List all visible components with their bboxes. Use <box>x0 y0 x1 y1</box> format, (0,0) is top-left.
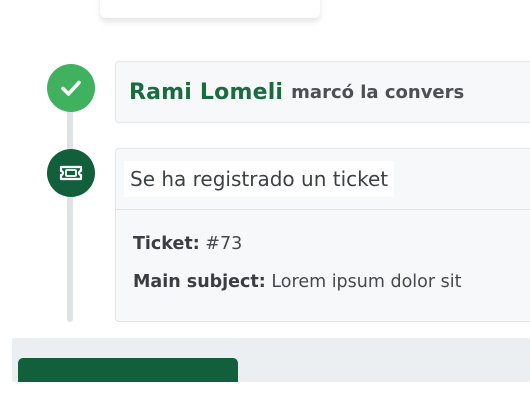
conversation-timeline-panel: Rami Lomeli marcó la convers Se ha regis… <box>0 0 530 404</box>
timeline-rail <box>67 100 73 322</box>
main-subject-row: Main subject: Lorem ipsum dolor sit <box>133 272 530 310</box>
ticket-number-row: Ticket: #73 <box>133 234 530 272</box>
previous-event-card <box>100 0 320 18</box>
event-card-ticket: Se ha registrado un ticket Ticket: #73 M… <box>115 148 530 322</box>
ticket-card-title: Se ha registrado un ticket <box>124 161 395 197</box>
event-action-text: marcó la convers <box>291 81 465 103</box>
actor-name-link[interactable]: Rami Lomeli <box>129 80 283 105</box>
ticket-card-header: Se ha registrado un ticket <box>116 149 530 210</box>
check-icon <box>47 64 95 112</box>
ticket-number-label: Ticket: <box>133 234 200 254</box>
ticket-number-value: #73 <box>205 234 243 254</box>
check-icon-glyph <box>61 80 81 96</box>
main-subject-label: Main subject: <box>133 272 266 292</box>
ticket-icon <box>47 149 95 197</box>
ticket-details: Ticket: #73 Main subject: Lorem ipsum do… <box>116 210 530 310</box>
bottom-edge <box>0 382 530 404</box>
main-subject-value: Lorem ipsum dolor sit <box>271 272 462 292</box>
ticket-icon-glyph <box>59 165 83 181</box>
event-card-resolved: Rami Lomeli marcó la convers <box>115 61 530 123</box>
